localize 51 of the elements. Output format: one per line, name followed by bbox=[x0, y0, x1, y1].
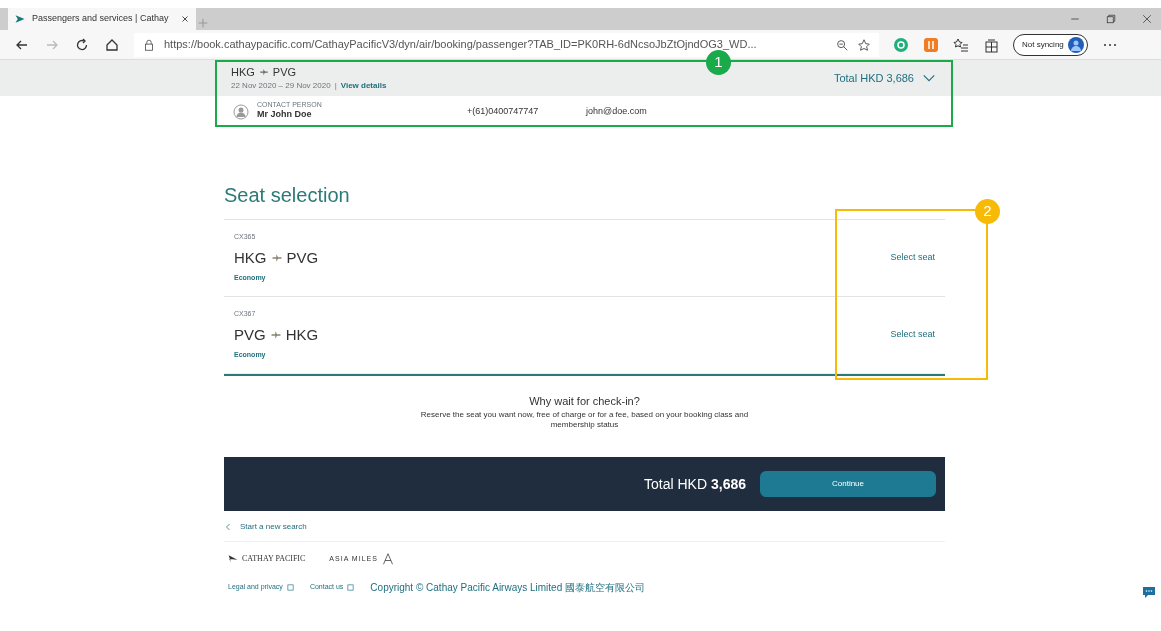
restore-icon[interactable] bbox=[1105, 13, 1117, 25]
browser-tab[interactable]: Passengers and services | Cathay bbox=[8, 8, 196, 30]
pyramid-icon bbox=[381, 552, 394, 567]
tab-title: Passengers and services | Cathay bbox=[32, 12, 170, 26]
route-destination: PVG bbox=[272, 64, 297, 80]
promo-heading: Why wait for check-in? bbox=[529, 394, 640, 409]
chevron-left-icon bbox=[224, 523, 232, 532]
route-destination: PVG bbox=[286, 247, 319, 268]
total-dropdown[interactable]: Total HKD 3,686 bbox=[832, 68, 937, 88]
address-bar[interactable]: https://book.cathaypacific.com/CathayPacificV3/dyn/air/booking/passenger?TAB_ID=PK0RH-6dNcsoJbZtOjndOG3_WD... bbox=[134, 32, 879, 57]
select-seat-link[interactable]: Select seat bbox=[890, 251, 935, 265]
close-icon[interactable] bbox=[1141, 13, 1153, 25]
refresh-icon[interactable] bbox=[74, 36, 90, 53]
extension-icon[interactable] bbox=[893, 36, 909, 53]
plane-icon bbox=[270, 252, 283, 264]
collections-icon[interactable] bbox=[983, 36, 999, 53]
route-origin: HKG bbox=[231, 64, 255, 80]
callout-number: 2 bbox=[975, 199, 1000, 224]
separator: | bbox=[334, 80, 337, 93]
contact-phone: +(61)0400747747 bbox=[467, 104, 540, 118]
extension-icon[interactable] bbox=[923, 36, 939, 53]
section-heading: Seat selection bbox=[224, 183, 351, 207]
trip-dates: 22 Nov 2020 – 29 Nov 2020 bbox=[231, 80, 331, 93]
url-text: https://book.cathaypacific.com/CathayPacificV3/dyn/air/booking/passenger?TAB_ID=PK0RH-6dNcsoJbZtOjndOG3_WD... bbox=[164, 37, 758, 53]
external-link-icon bbox=[286, 584, 294, 592]
contact-email: john@doe.com bbox=[586, 104, 647, 118]
route-destination: HKG bbox=[285, 324, 319, 345]
copyright-text: Copyright © Cathay Pacific Airways Limited 國泰航空有限公司 bbox=[370, 581, 645, 596]
favorites-icon[interactable] bbox=[953, 36, 969, 53]
continue-button[interactable]: Continue bbox=[760, 471, 936, 498]
contact-name: Mr John Doe bbox=[257, 108, 313, 122]
person-icon bbox=[233, 103, 249, 120]
bird-icon bbox=[14, 13, 26, 25]
select-seat-link[interactable]: Select seat bbox=[890, 328, 935, 342]
plane-icon bbox=[269, 329, 282, 341]
favorite-icon[interactable] bbox=[857, 37, 871, 52]
promo-text: Reserve the seat you want now, free of charge or for a fee, based on your booking class and membership status bbox=[419, 409, 750, 432]
logo-text: CATHAY PACIFIC bbox=[242, 553, 306, 566]
close-icon[interactable] bbox=[180, 14, 190, 24]
profile-button[interactable]: Not syncing bbox=[1013, 33, 1088, 56]
chat-icon[interactable] bbox=[1141, 584, 1157, 600]
new-search-link[interactable]: Start a new search bbox=[224, 511, 945, 542]
route-origin: PVG bbox=[234, 324, 266, 345]
route-origin: HKG bbox=[234, 247, 267, 268]
external-link-icon bbox=[347, 584, 355, 592]
total-price: Total HKD 3,686 bbox=[644, 474, 746, 494]
view-details-link[interactable]: View details bbox=[340, 80, 387, 93]
plane-icon bbox=[258, 67, 269, 77]
avatar-icon bbox=[1067, 36, 1084, 53]
zoom-out-icon[interactable] bbox=[835, 37, 849, 52]
lock-icon bbox=[142, 37, 156, 52]
